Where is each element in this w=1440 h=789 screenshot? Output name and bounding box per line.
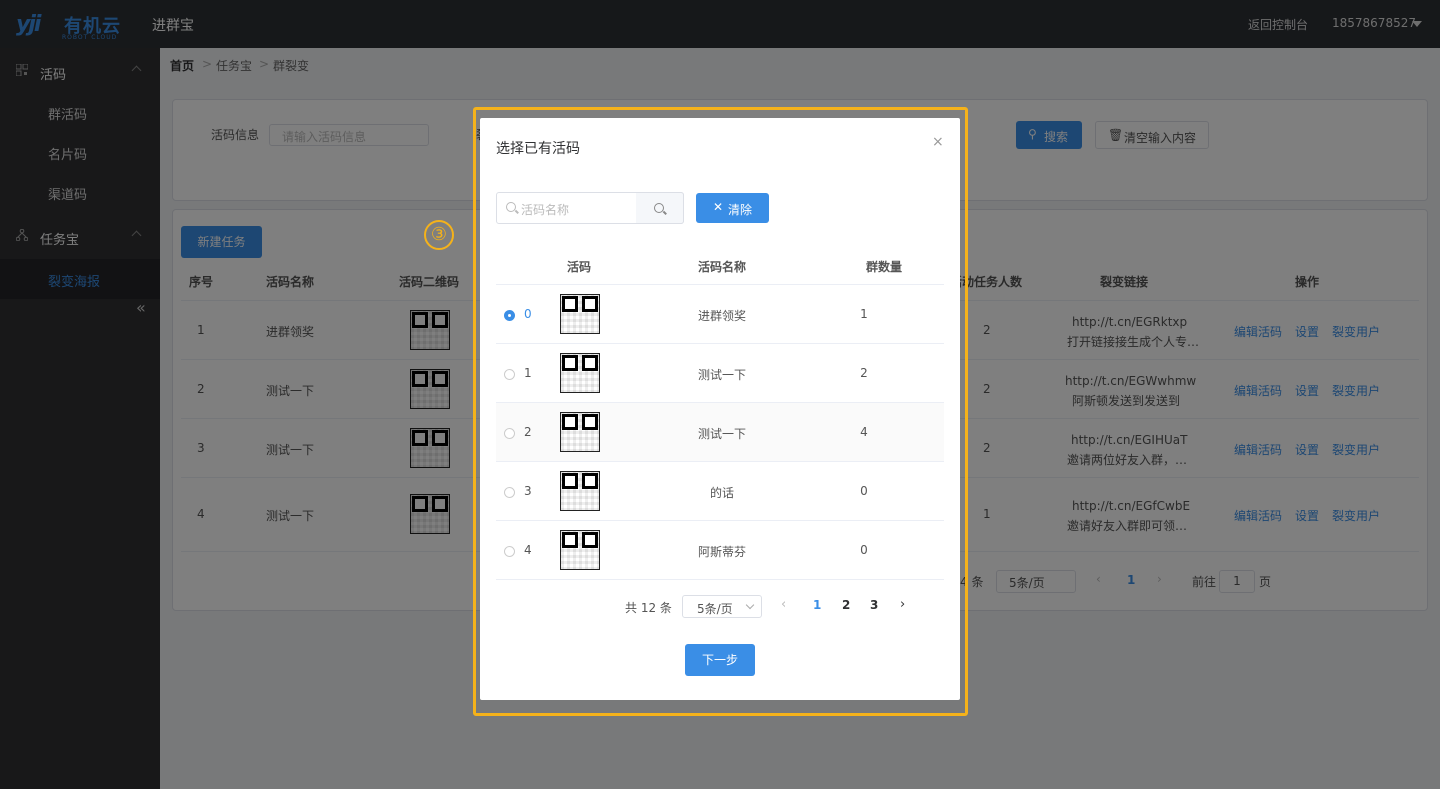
table-row[interactable]: 2 测试一下 4 xyxy=(496,402,944,461)
row-count: 0 xyxy=(860,484,868,498)
row-count: 1 xyxy=(860,307,868,321)
table-row[interactable]: 1 测试一下 2 xyxy=(496,343,944,402)
row-radio[interactable] xyxy=(504,310,515,321)
row-radio[interactable] xyxy=(504,546,515,557)
close-icon[interactable]: × xyxy=(932,134,944,150)
pager-next-icon[interactable]: › xyxy=(900,597,905,612)
table-row[interactable]: 3 的话 0 xyxy=(496,461,944,520)
col-header-group-count: 群数量 xyxy=(866,260,903,274)
search-icon xyxy=(506,202,516,212)
qrcode-image xyxy=(560,530,600,570)
select-qrcode-dialog: 选择已有活码 × 活码名称 ✕ 清除 活码 活码名称 群数量 0 进群领奖 1 … xyxy=(480,118,960,700)
close-icon: ✕ xyxy=(713,200,724,214)
row-name: 的话 xyxy=(709,486,734,500)
qrcode-image xyxy=(560,353,600,393)
row-count: 4 xyxy=(860,425,868,439)
row-count: 2 xyxy=(860,366,868,380)
row-index: 3 xyxy=(524,484,532,498)
qrcode-image xyxy=(560,471,600,511)
col-header-name: 活码名称 xyxy=(698,260,747,274)
dialog-search-button[interactable] xyxy=(636,192,684,224)
next-step-button[interactable]: 下一步 xyxy=(685,644,755,676)
row-count: 0 xyxy=(860,543,868,557)
row-radio[interactable] xyxy=(504,369,515,380)
row-index: 0 xyxy=(524,307,532,321)
pager-page-2[interactable]: 2 xyxy=(842,598,850,612)
table-bottom-border xyxy=(496,579,944,580)
row-radio[interactable] xyxy=(504,428,515,439)
pager-page-3[interactable]: 3 xyxy=(870,598,878,612)
dialog-clear-button[interactable]: ✕ 清除 xyxy=(696,193,769,223)
row-index: 4 xyxy=(524,543,532,557)
row-index: 1 xyxy=(524,366,532,380)
pager-prev-icon[interactable]: ‹ xyxy=(781,597,786,612)
row-name: 测试一下 xyxy=(697,368,746,382)
qrcode-image xyxy=(560,412,600,452)
qrcode-image xyxy=(560,294,600,334)
chevron-down-icon xyxy=(745,600,755,610)
col-header-qrcode: 活码 xyxy=(567,260,592,274)
dialog-title: 选择已有活码 xyxy=(496,141,580,157)
row-name: 进群领奖 xyxy=(697,309,746,323)
pager-page-1[interactable]: 1 xyxy=(813,598,821,612)
search-icon xyxy=(654,203,664,213)
row-name: 测试一下 xyxy=(697,427,746,441)
row-name: 阿斯蒂芬 xyxy=(697,545,746,559)
step-badge: ③ xyxy=(424,220,454,250)
pager-size-select[interactable]: 5条/页 xyxy=(682,595,762,618)
row-index: 2 xyxy=(524,425,532,439)
pager-total: 共 12 条 xyxy=(625,601,672,615)
table-row[interactable]: 0 进群领奖 1 xyxy=(496,284,944,343)
table-row[interactable]: 4 阿斯蒂芬 0 xyxy=(496,520,944,579)
row-radio[interactable] xyxy=(504,487,515,498)
